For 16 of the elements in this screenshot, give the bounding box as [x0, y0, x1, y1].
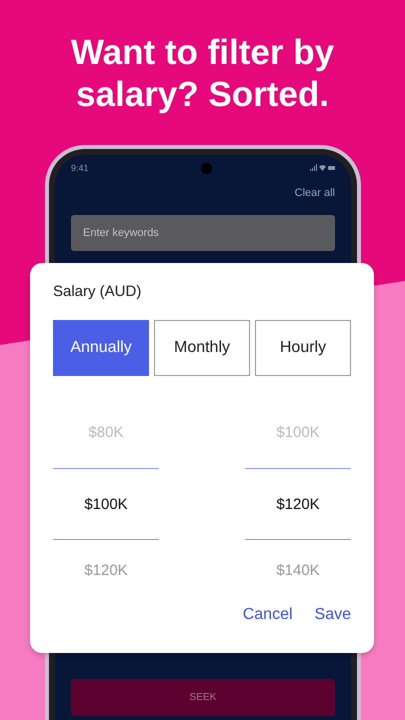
status-time: 9:41	[71, 163, 89, 173]
salary-option[interactable]: $100K	[53, 468, 159, 540]
period-tab[interactable]: Hourly	[255, 320, 351, 376]
dialog-action-button[interactable]: Cancel	[242, 606, 293, 624]
headline-text: salary? Sorted.	[76, 74, 329, 116]
salary-option[interactable]: $120K	[245, 468, 351, 540]
camera-icon	[201, 163, 212, 174]
headline-text: Want to filter by	[70, 32, 334, 74]
dialog-title: Salary (AUD)	[53, 283, 142, 300]
keywords-field[interactable]: Enter keywords	[71, 215, 335, 251]
dialog-action-button[interactable]: Save	[314, 606, 351, 624]
status-icons	[309, 164, 335, 172]
clear-all-link[interactable]: Clear all	[294, 187, 335, 199]
period-tab[interactable]: Annually	[53, 320, 149, 376]
seek-button[interactable]: SEEK	[71, 679, 335, 716]
period-tab[interactable]: Monthly	[154, 320, 250, 376]
